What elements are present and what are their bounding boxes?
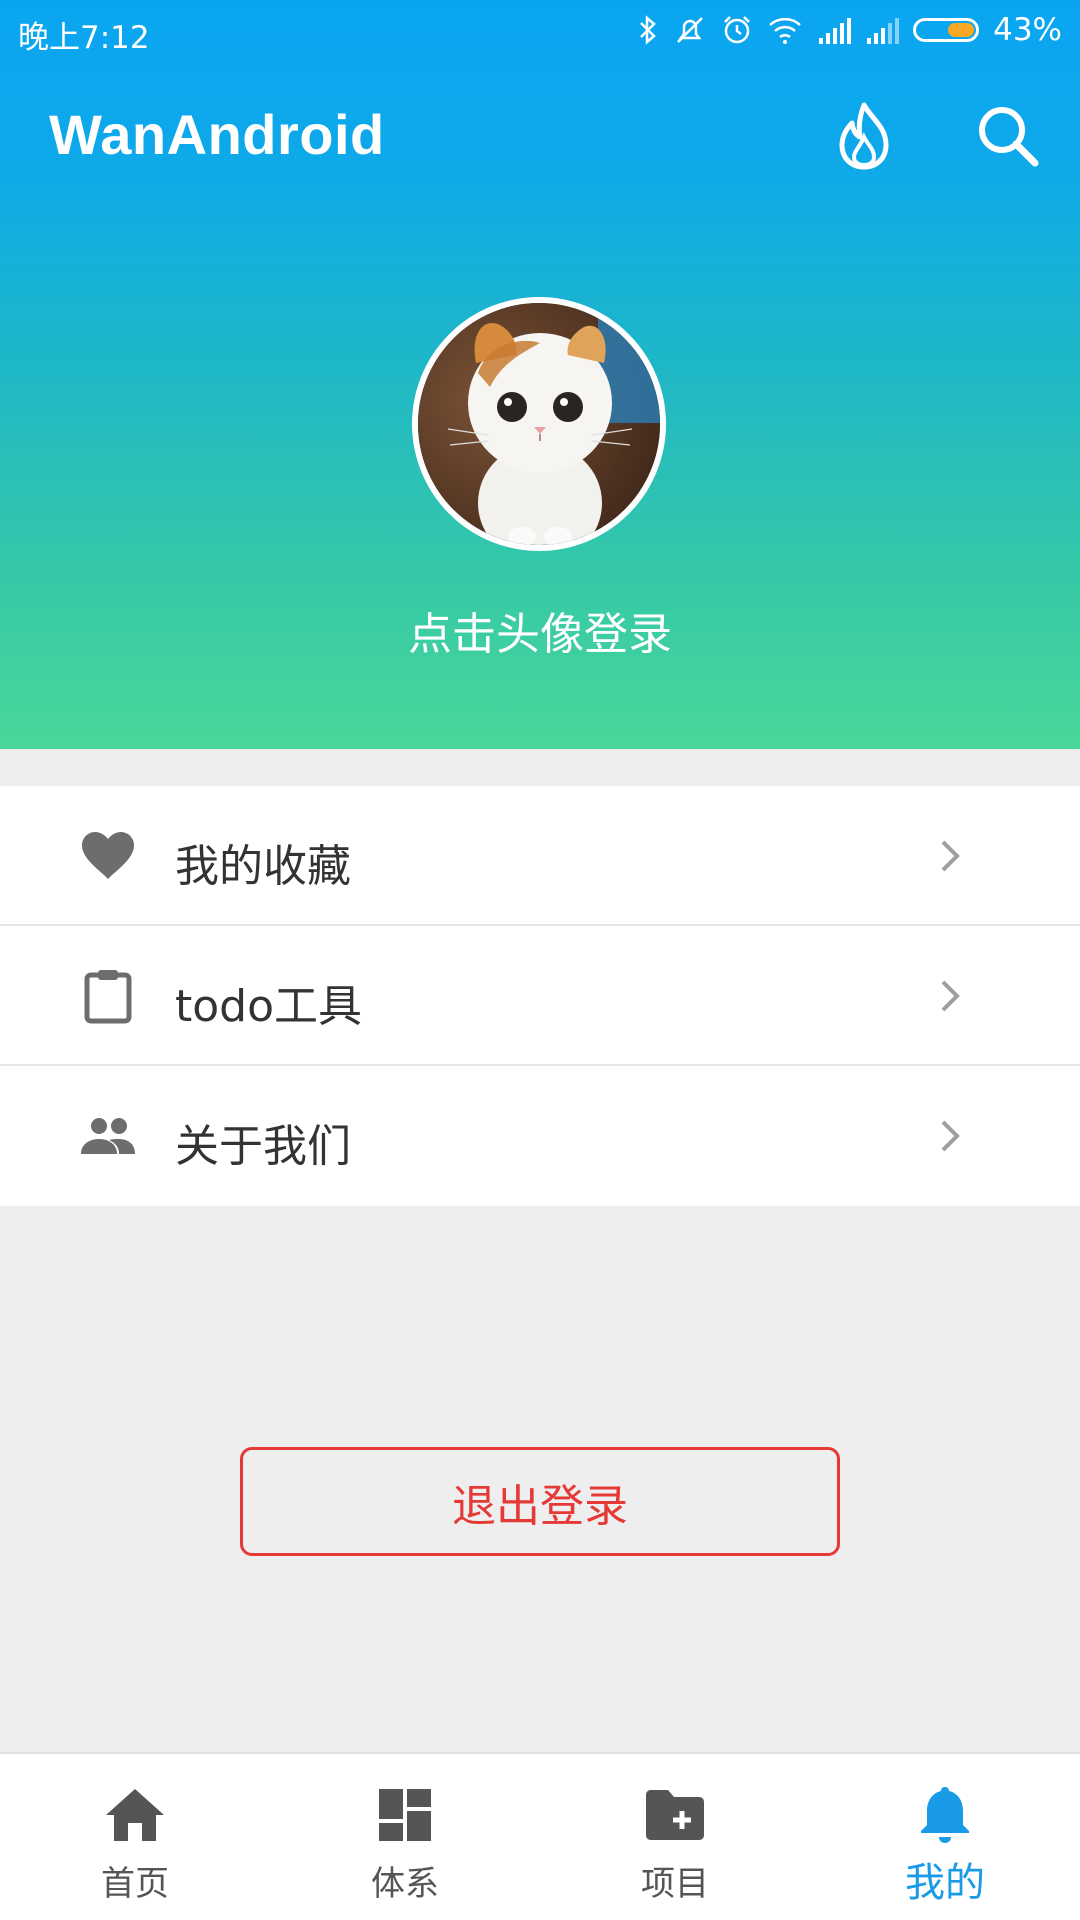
status-time: 晚上7:12 <box>18 20 150 56</box>
avatar[interactable] <box>412 297 666 551</box>
menu-item-todo[interactable]: todo工具 <box>0 926 1080 1066</box>
nav-label: 项目 <box>641 1864 709 1904</box>
status-bar: 晚上7:12 43% <box>0 0 1080 62</box>
people-icon <box>78 1106 138 1166</box>
menu-item-about[interactable]: 关于我们 <box>0 1066 1080 1206</box>
battery-level: 43% <box>993 12 1062 48</box>
bell-icon <box>912 1782 978 1848</box>
mute-icon <box>677 17 703 43</box>
nav-label: 我的 <box>905 1860 985 1906</box>
clipboard-icon <box>78 966 138 1026</box>
menu-list: 我的收藏 todo工具 关于我们 <box>0 786 1080 1206</box>
logout-button[interactable]: 退出登录 <box>240 1447 840 1556</box>
battery-icon <box>913 18 980 42</box>
menu-item-favorites[interactable]: 我的收藏 <box>0 786 1080 926</box>
status-icons: 43% <box>637 12 1062 48</box>
nav-label: 首页 <box>101 1864 169 1904</box>
chevron-right-icon <box>941 1120 960 1152</box>
menu-item-label: todo工具 <box>175 981 363 1032</box>
nav-item-home[interactable]: 首页 <box>0 1754 270 1920</box>
folder-add-icon <box>642 1782 708 1848</box>
signal-2-icon <box>867 18 900 44</box>
fire-icon[interactable] <box>824 96 904 176</box>
chevron-right-icon <box>941 840 960 872</box>
menu-item-label: 关于我们 <box>175 1121 351 1172</box>
search-icon[interactable] <box>968 96 1048 176</box>
nav-item-system[interactable]: 体系 <box>270 1754 540 1920</box>
menu-item-label: 我的收藏 <box>175 841 351 892</box>
login-hint[interactable]: 点击头像登录 <box>0 598 1080 662</box>
signal-icon <box>819 18 852 44</box>
bottom-nav: 首页 体系 项目 我的 <box>0 1752 1080 1920</box>
home-icon <box>102 1782 168 1848</box>
chevron-right-icon <box>941 980 960 1012</box>
wifi-icon <box>769 17 801 44</box>
app-title: WanAndroid <box>49 103 385 166</box>
bluetooth-icon <box>640 15 656 45</box>
dashboard-icon <box>372 1782 438 1848</box>
nav-item-projects[interactable]: 项目 <box>540 1754 810 1920</box>
nav-item-mine[interactable]: 我的 <box>810 1754 1080 1920</box>
nav-label: 体系 <box>371 1864 439 1904</box>
alarm-icon <box>724 16 750 44</box>
cat-avatar-image <box>418 303 660 545</box>
heart-icon <box>78 826 138 886</box>
toolbar: WanAndroid <box>0 72 1080 202</box>
